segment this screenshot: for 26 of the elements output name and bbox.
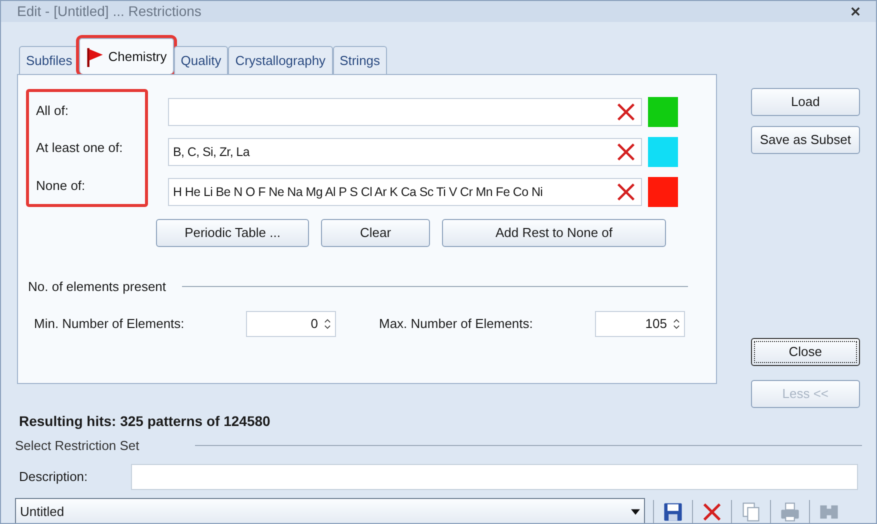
group-title: No. of elements present bbox=[28, 278, 166, 296]
spinner-label: Min. Number of Elements: bbox=[34, 314, 186, 333]
action-button[interactable]: Clear bbox=[321, 219, 430, 247]
dialog-button[interactable]: Close bbox=[750, 338, 860, 366]
element-field[interactable]: B, C, Si, Zr, La bbox=[168, 138, 642, 166]
tab[interactable]: Chemistry bbox=[79, 38, 174, 74]
tab[interactable]: Strings bbox=[332, 46, 388, 74]
action-button[interactable]: Periodic Table ... bbox=[156, 219, 309, 247]
tab[interactable]: Subfiles bbox=[19, 46, 80, 74]
field-label: At least one of: bbox=[36, 139, 124, 158]
number-spinner[interactable]: 105 bbox=[595, 310, 685, 336]
result-summary: Resulting hits: 325 patterns of 124580 bbox=[19, 412, 272, 431]
dialog-button[interactable]: Save as Subset bbox=[750, 126, 860, 154]
window-title: Edit - [Untitled] ... Restrictions bbox=[17, 2, 202, 21]
dialog-button[interactable]: Load bbox=[750, 88, 860, 116]
spinner-label: Max. Number of Elements: bbox=[379, 314, 534, 333]
section-title: Select Restriction Set bbox=[15, 437, 140, 455]
element-field[interactable]: H He Li Be N O F Ne Na Mg Al P S Cl Ar K Ca Sc Ti V Cr Mn Fe Co Ni bbox=[168, 178, 642, 206]
tab[interactable]: Crystallography bbox=[228, 46, 333, 74]
description-label: Description: bbox=[19, 468, 89, 486]
number-spinner[interactable]: 0 bbox=[246, 310, 336, 336]
restriction-set-dropdown[interactable]: Untitled bbox=[15, 498, 645, 523]
field-label: None of: bbox=[36, 176, 86, 195]
field-label: All of: bbox=[36, 102, 70, 120]
action-button[interactable]: Add Rest to None of bbox=[442, 219, 666, 247]
tab[interactable]: Quality bbox=[174, 46, 228, 74]
